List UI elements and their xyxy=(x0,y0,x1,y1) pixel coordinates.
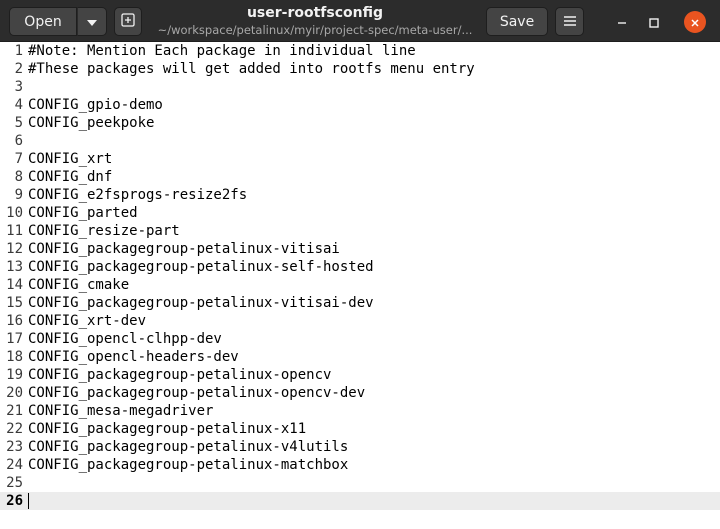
editor-line[interactable]: 2 #These packages will get added into roo… xyxy=(0,60,720,78)
new-tab-button[interactable] xyxy=(114,7,142,36)
editor-line[interactable]: 18 CONFIG_opencl-headers-dev xyxy=(0,348,720,366)
line-text: CONFIG_gpio-demo xyxy=(28,97,163,113)
line-text: CONFIG_packagegroup-petalinux-vitisai xyxy=(28,241,340,257)
line-text: CONFIG_xrt-dev xyxy=(28,313,147,329)
line-number: 22 xyxy=(6,421,23,437)
editor-line[interactable]: 10 CONFIG_parted xyxy=(0,204,720,222)
line-number: 26 xyxy=(6,493,23,509)
line-number: 11 xyxy=(6,223,23,239)
editor-line[interactable]: 3 xyxy=(0,78,720,96)
maximize-icon xyxy=(649,13,659,32)
line-number: 14 xyxy=(6,277,23,293)
editor-line[interactable]: 19 CONFIG_packagegroup-petalinux-opencv xyxy=(0,366,720,384)
line-number: 17 xyxy=(6,331,23,347)
window-title: user-rootfsconfig xyxy=(246,5,384,21)
line-text: CONFIG_opencl-headers-dev xyxy=(28,349,239,365)
line-number: 3 xyxy=(14,79,23,95)
open-button[interactable]: Open xyxy=(9,7,77,36)
editor-line[interactable]: 5 CONFIG_peekpoke xyxy=(0,114,720,132)
line-text: CONFIG_packagegroup-petalinux-vitisai-de… xyxy=(28,295,374,311)
line-text: CONFIG_cmake xyxy=(28,277,130,293)
editor-line[interactable]: 15 CONFIG_packagegroup-petalinux-vitisai-… xyxy=(0,294,720,312)
line-text: CONFIG_opencl-clhpp-dev xyxy=(28,331,222,347)
line-text: CONFIG_xrt xyxy=(28,151,113,167)
editor-line[interactable]: 7 CONFIG_xrt xyxy=(0,150,720,168)
close-icon xyxy=(690,13,700,32)
line-text: CONFIG_packagegroup-petalinux-v4lutils xyxy=(28,439,349,455)
window-title-block: user-rootfsconfig ~/workspace/petalinux/… xyxy=(150,4,480,38)
editor-line[interactable]: 14 CONFIG_cmake xyxy=(0,276,720,294)
line-number: 6 xyxy=(14,133,23,149)
line-number: 9 xyxy=(14,187,23,203)
text-editor[interactable]: 1 #Note: Mention Each package in individu… xyxy=(0,42,720,529)
line-number: 23 xyxy=(6,439,23,455)
line-text: CONFIG_e2fsprogs-resize2fs xyxy=(28,187,248,203)
editor-line[interactable]: 11 CONFIG_resize-part xyxy=(0,222,720,240)
maximize-button[interactable] xyxy=(643,11,665,33)
line-text: CONFIG_packagegroup-petalinux-matchbox xyxy=(28,457,349,473)
line-number: 20 xyxy=(6,385,23,401)
line-text: CONFIG_packagegroup-petalinux-opencv xyxy=(28,367,332,383)
line-number: 18 xyxy=(6,349,23,365)
hamburger-menu-button[interactable] xyxy=(555,7,584,36)
editor-line[interactable]: 24 CONFIG_packagegroup-petalinux-matchbox xyxy=(0,456,720,474)
editor-line[interactable]: 26 xyxy=(0,492,720,510)
window-subtitle: ~/workspace/petalinux/myir/project-spec/… xyxy=(157,23,473,37)
minimize-icon xyxy=(617,13,627,32)
text-cursor xyxy=(28,493,29,509)
line-text: #These packages will get added into root… xyxy=(28,61,475,77)
line-number: 12 xyxy=(6,241,23,257)
line-text: CONFIG_parted xyxy=(28,205,138,221)
line-number: 15 xyxy=(6,295,23,311)
gedit-window: Open user-rootfsconfig ~/workspace/petal… xyxy=(0,0,720,529)
line-text: CONFIG_dnf xyxy=(28,169,113,185)
line-text: CONFIG_peekpoke xyxy=(28,115,155,131)
chevron-down-icon xyxy=(87,14,97,30)
line-text: CONFIG_resize-part xyxy=(28,223,180,239)
open-button-group: Open xyxy=(9,7,107,36)
header-bar: Open user-rootfsconfig ~/workspace/petal… xyxy=(0,0,720,42)
hamburger-icon xyxy=(563,14,576,30)
new-tab-icon xyxy=(121,12,135,31)
line-text: CONFIG_mesa-megadriver xyxy=(28,403,214,419)
editor-line[interactable]: 23 CONFIG_packagegroup-petalinux-v4lutils xyxy=(0,438,720,456)
editor-line[interactable]: 9 CONFIG_e2fsprogs-resize2fs xyxy=(0,186,720,204)
line-number: 10 xyxy=(6,205,23,221)
line-text: #Note: Mention Each package in individua… xyxy=(28,43,416,59)
line-text: CONFIG_packagegroup-petalinux-opencv-dev xyxy=(28,385,366,401)
line-number: 24 xyxy=(6,457,23,473)
editor-line[interactable]: 16 CONFIG_xrt-dev xyxy=(0,312,720,330)
minimize-button[interactable] xyxy=(611,11,633,33)
editor-line[interactable]: 21 CONFIG_mesa-megadriver xyxy=(0,402,720,420)
line-text: CONFIG_packagegroup-petalinux-self-hoste… xyxy=(28,259,374,275)
code-lines: 1 #Note: Mention Each package in individu… xyxy=(0,42,720,510)
line-number: 8 xyxy=(14,169,23,185)
line-number: 19 xyxy=(6,367,23,383)
editor-line[interactable]: 20 CONFIG_packagegroup-petalinux-opencv-d… xyxy=(0,384,720,402)
editor-line[interactable]: 1 #Note: Mention Each package in individu… xyxy=(0,42,720,60)
editor-line[interactable]: 8 CONFIG_dnf xyxy=(0,168,720,186)
open-menu-button[interactable] xyxy=(77,7,107,36)
line-text: CONFIG_packagegroup-petalinux-x11 xyxy=(28,421,307,437)
line-number: 5 xyxy=(14,115,23,131)
line-number: 16 xyxy=(6,313,23,329)
editor-line[interactable]: 12 CONFIG_packagegroup-petalinux-vitisai xyxy=(0,240,720,258)
editor-line[interactable]: 13 CONFIG_packagegroup-petalinux-self-hos… xyxy=(0,258,720,276)
line-number: 7 xyxy=(14,151,23,167)
line-number: 4 xyxy=(14,97,23,113)
editor-line[interactable]: 22 CONFIG_packagegroup-petalinux-x11 xyxy=(0,420,720,438)
line-number: 13 xyxy=(6,259,23,275)
save-button[interactable]: Save xyxy=(486,7,548,36)
editor-line[interactable]: 4 CONFIG_gpio-demo xyxy=(0,96,720,114)
line-number: 1 xyxy=(14,43,23,59)
line-number: 21 xyxy=(6,403,23,419)
line-number: 2 xyxy=(14,61,23,77)
editor-line[interactable]: 25 xyxy=(0,474,720,492)
editor-line[interactable]: 17 CONFIG_opencl-clhpp-dev xyxy=(0,330,720,348)
close-button[interactable] xyxy=(684,11,706,33)
line-number: 25 xyxy=(6,475,23,491)
editor-line[interactable]: 6 xyxy=(0,132,720,150)
